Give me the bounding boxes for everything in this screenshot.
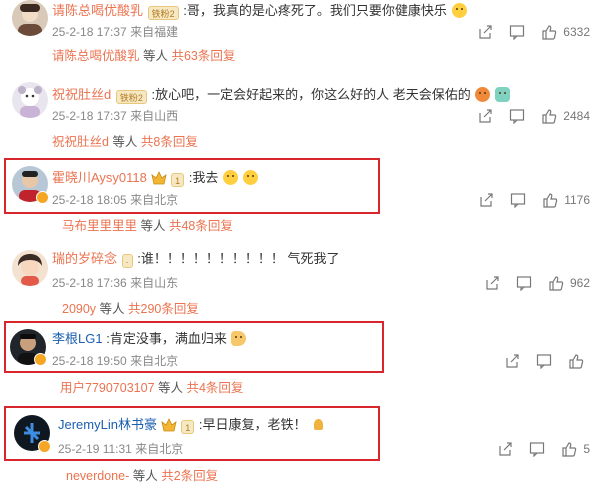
fan-badge: 铁粉2: [147, 6, 179, 20]
action-bar: 962: [470, 275, 590, 291]
action-bar: 2484: [463, 108, 590, 124]
comment-icon[interactable]: [529, 441, 547, 457]
like-count: 6332: [563, 25, 590, 39]
fan-badge: ·: [121, 254, 133, 268]
reply-summary[interactable]: 2090y 等人 共290条回复: [62, 301, 199, 317]
comment-location: 来自山东: [130, 276, 179, 290]
laugh-emoji-icon: [242, 170, 258, 185]
action-bar: [490, 353, 590, 369]
comment-location: 来自山西: [130, 109, 179, 123]
avatar[interactable]: [12, 250, 48, 286]
comment-date: 25-2-19 11:31: [58, 442, 132, 456]
comment-meta: 25-2-18 18:05 来自北京: [52, 192, 178, 208]
shocked-emoji-icon: [223, 170, 239, 185]
comment-date: 25-2-18 19:50: [52, 354, 127, 368]
share-icon[interactable]: [477, 24, 495, 40]
username-link[interactable]: 祝祝肚丝d: [52, 87, 111, 102]
comment-text: :早日康复，老铁！: [198, 417, 307, 432]
comment-icon[interactable]: [516, 275, 534, 291]
comment-line: 李根LG1 :肯定没事，满血归来: [52, 330, 247, 348]
sweat-emoji-icon: [475, 87, 491, 102]
comment-text: :哥，我真的是心疼死了。我们只要你健康快乐: [183, 3, 447, 18]
username-link[interactable]: JeremyLin林书豪: [58, 417, 157, 432]
crown-icon: [160, 418, 177, 432]
comment-feed: 请陈总喝优酸乳 铁粉2 :哥，我真的是心疼死了。我们只要你健康快乐 25-2-1…: [0, 0, 600, 493]
reply-summary[interactable]: 祝祝肚丝d 等人 共8条回复: [52, 134, 198, 150]
username-link[interactable]: 请陈总喝优酸乳: [52, 3, 143, 18]
share-icon[interactable]: [484, 275, 502, 291]
like-icon[interactable]: [568, 353, 586, 369]
action-bar: 6332: [463, 24, 590, 40]
avatar[interactable]: [12, 82, 48, 118]
comment-location: 来自北京: [130, 354, 179, 368]
comment-meta: 25-2-18 17:37 来自福建: [52, 24, 178, 40]
verified-badge-icon: [34, 353, 47, 366]
like-count: 962: [569, 276, 590, 290]
like-icon[interactable]: [548, 275, 566, 291]
level-badge: 1: [181, 420, 195, 434]
comment-line: JeremyLin林书豪 1 :早日康复，老铁！: [58, 416, 326, 434]
comment-line: 祝祝肚丝d 铁粉2 :放心吧，一定会好起来的，你这么好的人 老天会保佑的: [52, 86, 510, 104]
verified-badge-icon: [36, 191, 49, 204]
comment-text: :谁！！！！！！！！！！ 气死我了: [137, 251, 340, 266]
username-link[interactable]: 霍晓川Aysy0118: [52, 170, 147, 185]
comment-date: 25-2-18 17:37: [52, 25, 127, 39]
comment-text: :肯定没事，满血归来: [106, 331, 227, 346]
comment-date: 25-2-18 18:05: [52, 193, 127, 207]
comment-text: :我去: [188, 170, 219, 185]
comment-icon[interactable]: [509, 108, 527, 124]
comment-meta: 25-2-19 11:31 来自北京: [58, 441, 183, 457]
like-count: 2484: [563, 109, 590, 123]
verified-badge-icon: [38, 440, 51, 453]
reply-summary[interactable]: 请陈总喝优酸乳 等人 共63条回复: [52, 48, 235, 64]
share-icon[interactable]: [477, 108, 495, 124]
share-icon[interactable]: [504, 353, 522, 369]
comment-date: 25-2-18 17:36: [52, 276, 127, 290]
reply-summary[interactable]: neverdone- 等人 共2条回复: [66, 468, 218, 484]
sticker-emoji-icon: [494, 87, 510, 102]
comment-icon[interactable]: [536, 353, 554, 369]
comment-meta: 25-2-18 17:36 来自山东: [52, 275, 178, 291]
share-icon[interactable]: [478, 192, 496, 208]
like-count: 1176: [564, 193, 590, 207]
reply-summary[interactable]: 马布里里里里 等人 共48条回复: [62, 218, 233, 234]
action-bar: 5: [483, 441, 590, 457]
share-icon[interactable]: [497, 441, 515, 457]
reply-summary[interactable]: 用户7790703107 等人 共4条回复: [60, 380, 243, 396]
action-bar: 1176: [464, 192, 590, 208]
comment-line: 霍晓川Aysy0118 1 :我去: [52, 169, 258, 187]
muscle-emoji-icon: [231, 331, 247, 346]
pray-emoji-icon: [311, 417, 326, 432]
comment-date: 25-2-18 17:37: [52, 109, 127, 123]
comment-location: 来自北京: [130, 193, 179, 207]
username-link[interactable]: 李根LG1: [52, 331, 103, 346]
username-link[interactable]: 瑞的岁碎念: [52, 251, 117, 266]
like-icon[interactable]: [541, 108, 559, 124]
comment-location: 来自北京: [135, 442, 184, 456]
level-badge: 1: [171, 173, 185, 187]
comment-meta: 25-2-18 17:37 来自山西: [52, 108, 178, 124]
like-icon[interactable]: [561, 441, 579, 457]
fan-badge: 铁粉2: [115, 90, 147, 104]
comment-icon[interactable]: [509, 24, 527, 40]
comment-location: 来自福建: [130, 25, 179, 39]
comment-text: :放心吧，一定会好起来的，你这么好的人 老天会保佑的: [151, 87, 471, 102]
comment-meta: 25-2-18 19:50 来自北京: [52, 353, 178, 369]
like-icon[interactable]: [541, 24, 559, 40]
like-icon[interactable]: [542, 192, 560, 208]
like-count: 5: [583, 442, 590, 456]
comment-line: 请陈总喝优酸乳 铁粉2 :哥，我真的是心疼死了。我们只要你健康快乐: [52, 2, 467, 20]
avatar[interactable]: [12, 0, 48, 36]
comment-icon[interactable]: [510, 192, 528, 208]
smile-emoji-icon: [451, 3, 467, 18]
comment-line: 瑞的岁碎念 · :谁！！！！！！！！！！ 气死我了: [52, 250, 340, 268]
crown-icon: [150, 171, 167, 185]
